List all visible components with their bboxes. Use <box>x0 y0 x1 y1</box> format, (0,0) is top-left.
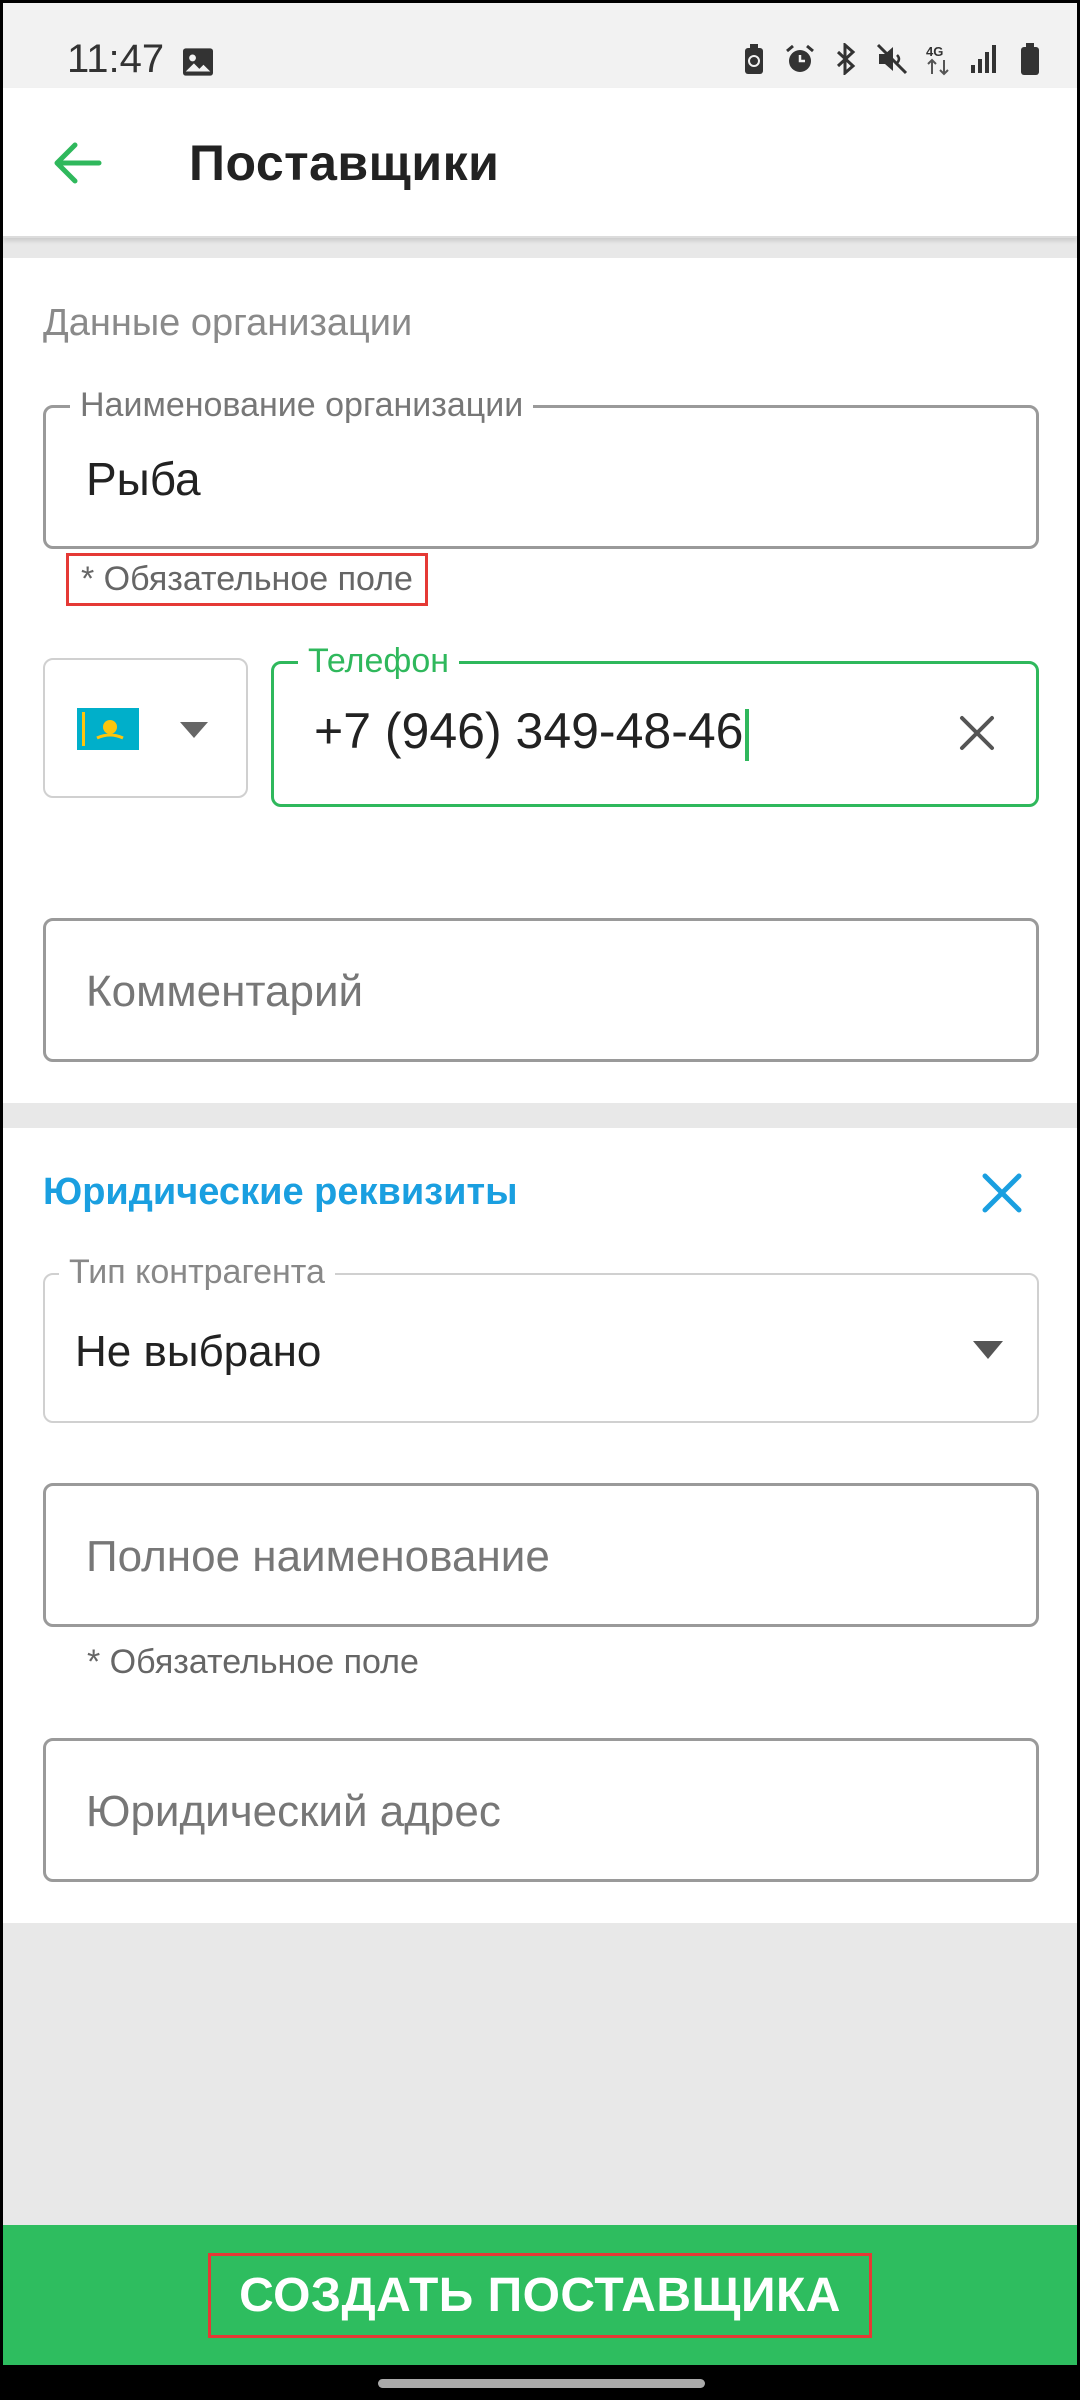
image-icon <box>183 48 213 76</box>
counterparty-type-value: Не выбрано <box>75 1327 322 1376</box>
full-name-field[interactable]: Полное наименование <box>43 1483 1039 1627</box>
network-4g-icon: 4G <box>921 41 955 77</box>
phone-text: +7 (946) 349-48-46 <box>314 703 744 759</box>
comment-field[interactable]: Комментарий <box>43 918 1039 1062</box>
dropdown-arrow-icon <box>973 1341 1003 1359</box>
battery-saver-icon <box>737 41 771 77</box>
counterparty-type-select[interactable]: Тип контрагента Не выбрано <box>43 1253 1039 1423</box>
kazakhstan-flag-icon <box>77 708 139 750</box>
back-button[interactable] <box>43 128 113 198</box>
required-field-hint: * Обязательное поле <box>66 553 428 606</box>
legal-details-title: Юридические реквизиты <box>43 1171 518 1213</box>
counterparty-type-label: Тип контрагента <box>59 1253 335 1292</box>
legal-details-card: Юридические реквизиты Тип контрагента Не… <box>3 1128 1077 1923</box>
page-title: Поставщики <box>189 135 500 191</box>
create-supplier-label: СОЗДАТЬ ПОСТАВЩИКА <box>208 2252 872 2338</box>
status-bar: 11:47 4G <box>3 3 1077 88</box>
organization-card: Данные организации Наименование организа… <box>3 258 1077 1103</box>
arrow-left-icon <box>54 142 102 184</box>
home-gesture-handle[interactable] <box>378 2379 705 2388</box>
required-field-hint: * Обязательное поле <box>87 1643 419 1681</box>
dropdown-arrow-icon <box>180 722 208 738</box>
phone-label: Телефон <box>298 642 460 681</box>
organization-name-field[interactable]: Наименование организации Рыба <box>43 386 1039 549</box>
navigation-bar <box>3 2365 1077 2397</box>
close-icon[interactable] <box>977 1168 1027 1218</box>
organization-name-value: Рыба <box>86 453 201 505</box>
country-code-select[interactable] <box>43 658 248 798</box>
svg-text:4G: 4G <box>926 44 943 59</box>
full-name-placeholder: Полное наименование <box>86 1532 550 1581</box>
comment-placeholder: Комментарий <box>86 967 364 1016</box>
app-bar: Поставщики <box>3 88 1077 238</box>
signal-icon <box>967 41 1001 77</box>
battery-icon <box>1013 41 1047 77</box>
organization-name-label: Наименование организации <box>70 386 534 425</box>
legal-address-field[interactable]: Юридический адрес <box>43 1738 1039 1882</box>
create-supplier-button[interactable]: СОЗДАТЬ ПОСТАВЩИКА <box>3 2225 1077 2365</box>
phone-value: +7 (946) 349-48-46 <box>314 702 750 761</box>
section-title-organization: Данные организации <box>43 302 413 344</box>
legal-address-placeholder: Юридический адрес <box>86 1787 501 1836</box>
alarm-icon <box>783 41 817 77</box>
mute-icon <box>875 41 909 77</box>
status-time: 11:47 <box>67 37 165 81</box>
clear-icon[interactable] <box>958 714 996 752</box>
phone-field[interactable]: Телефон +7 (946) 349-48-46 <box>271 642 1039 807</box>
text-cursor <box>745 708 750 761</box>
status-icons: 4G <box>737 41 1047 77</box>
bluetooth-icon <box>829 41 863 77</box>
screen: 11:47 4G Поставщики Данные организации Н… <box>3 3 1077 2397</box>
